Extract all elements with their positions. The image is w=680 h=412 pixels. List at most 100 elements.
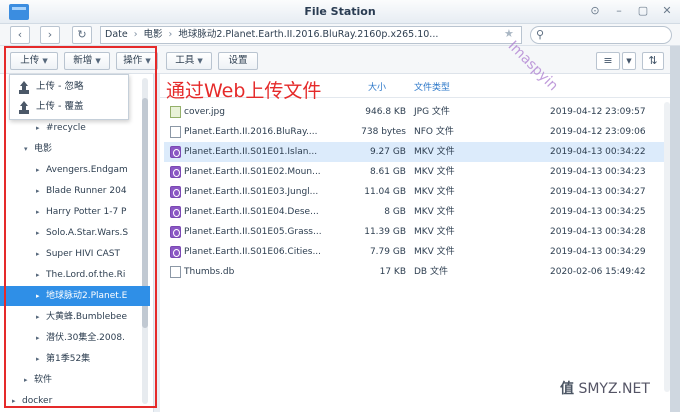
search-icon: ⚲	[536, 28, 545, 41]
close-icon[interactable]: ✕	[660, 4, 674, 17]
search-input[interactable]: ⚲	[530, 26, 672, 44]
upload-menu: 上传 - 忽略 上传 - 覆盖	[9, 74, 129, 120]
file-size: 17 KB	[379, 267, 406, 277]
document-file-icon	[170, 126, 181, 138]
window-title: File Station	[304, 5, 376, 18]
tree-item[interactable]: ▸ The.Lord.of.the.Ri	[0, 265, 150, 285]
chevron-right-icon[interactable]: ▸	[36, 328, 46, 348]
file-name: cover.jpg	[184, 107, 225, 117]
file-row[interactable]: Planet.Earth.II.S01E03.Jungl... 11.04 GB M…	[164, 182, 664, 202]
chevron-right-icon[interactable]: ▸	[36, 265, 46, 285]
forward-button[interactable]: ›	[40, 26, 60, 44]
image-file-icon	[170, 106, 181, 118]
create-button[interactable]: 新增 ▼	[64, 52, 110, 70]
breadcrumb-item[interactable]: 电影	[144, 29, 163, 40]
window-edge	[670, 46, 680, 412]
file-size: 946.8 KB	[365, 107, 406, 117]
tools-button-label: 工具	[175, 55, 195, 66]
document-file-icon	[170, 266, 181, 278]
file-type: MKV 文件	[414, 147, 455, 157]
file-row[interactable]: Planet.Earth.II.S01E06.Cities... 7.79 GB M…	[164, 242, 664, 262]
upload-button[interactable]: 上传 ▼	[10, 52, 58, 70]
upload-icon	[19, 81, 29, 93]
column-size[interactable]: 大小	[368, 78, 386, 98]
file-date: 2019-04-13 00:34:28	[550, 227, 646, 237]
video-file-icon	[170, 186, 181, 198]
minimize-icon[interactable]: –	[612, 4, 626, 17]
file-type: MKV 文件	[414, 187, 455, 197]
file-type: MKV 文件	[414, 247, 455, 257]
refresh-button[interactable]: ↻	[72, 26, 92, 44]
upload-overwrite-menu-item[interactable]: 上传 - 覆盖	[10, 97, 128, 117]
chevron-right-icon[interactable]: ▸	[36, 181, 46, 201]
file-name: Planet.Earth.II.S01E06.Cities...	[184, 247, 322, 257]
chevron-down-icon[interactable]: ▾	[24, 139, 34, 159]
breadcrumb-item[interactable]: Date	[105, 29, 128, 40]
pin-icon[interactable]: ⊙	[588, 4, 602, 17]
breadcrumb[interactable]: Date › 电影 › 地球脉动2.Planet.Earth.II.2016.BluRa…	[100, 26, 522, 44]
back-button[interactable]: ‹	[10, 26, 30, 44]
chevron-right-icon[interactable]: ▸	[12, 391, 22, 411]
tree-item[interactable]: ▸ 大黄蜂.Bumblebee	[0, 307, 150, 327]
file-name: Planet.Earth.II.S01E05.Grass...	[184, 227, 322, 237]
chevron-right-icon[interactable]: ▸	[36, 223, 46, 243]
tree-item[interactable]: ▸ 地球脉动2.Planet.E	[0, 286, 150, 306]
tree-item[interactable]: ▸ docker	[0, 391, 150, 411]
column-type[interactable]: 文件类型	[414, 78, 450, 98]
file-row[interactable]: Planet.Earth.II.S01E02.Moun... 8.61 GB MKV…	[164, 162, 664, 182]
chevron-right-icon[interactable]: ▸	[36, 286, 46, 306]
logo-mark: 值	[560, 381, 574, 397]
file-size: 11.04 GB	[364, 187, 406, 197]
chevron-right-icon[interactable]: ▸	[36, 160, 46, 180]
chevron-right-icon[interactable]: ▸	[36, 202, 46, 222]
tree-item[interactable]: ▸ 第1季52集	[0, 349, 150, 369]
file-row[interactable]: cover.jpg 946.8 KB JPG 文件 2019-04-12 23:09:…	[164, 102, 664, 122]
chevron-right-icon[interactable]: ▸	[36, 244, 46, 264]
site-logo: 值 SMYZ.NET	[560, 378, 650, 398]
favorite-star-icon[interactable]: ★	[504, 27, 514, 40]
tree-item[interactable]: ▸ 软件	[0, 370, 150, 390]
chevron-right-icon[interactable]: ▸	[24, 370, 34, 390]
breadcrumb-item[interactable]: 地球脉动2.Planet.Earth.II.2016.BluRay.2160p.…	[178, 29, 438, 40]
file-date: 2019-04-13 00:34:27	[550, 187, 646, 197]
maximize-icon[interactable]: ▢	[636, 4, 650, 17]
video-file-icon	[170, 166, 181, 178]
upload-button-label: 上传	[20, 55, 40, 66]
chevron-right-icon[interactable]: ▸	[36, 307, 46, 327]
list-view-icon[interactable]: ≡	[596, 52, 620, 70]
tree-item-label: 电影	[34, 144, 53, 154]
tree-item[interactable]: ▸ Solo.A.Star.Wars.S	[0, 223, 150, 243]
file-date: 2019-04-13 00:34:23	[550, 167, 646, 177]
chevron-right-icon[interactable]: ▸	[36, 118, 46, 138]
chevron-down-icon: ▼	[145, 57, 151, 65]
tree-item[interactable]: ▸ 潜伏.30集全.2008.	[0, 328, 150, 348]
tree-item[interactable]: ▸ Blade Runner 204	[0, 181, 150, 201]
tree-item-label: Avengers.Endgam	[46, 165, 128, 175]
action-button[interactable]: 操作 ▼	[116, 52, 158, 70]
tree-item[interactable]: ▸ #recycle	[0, 118, 150, 138]
file-name: Thumbs.db	[184, 267, 235, 277]
file-row[interactable]: Planet.Earth.II.2016.BluRay.... 738 bytes…	[164, 122, 664, 142]
settings-button[interactable]: 设置	[218, 52, 258, 70]
file-type: MKV 文件	[414, 167, 455, 177]
annotation-text: 通过Web上传文件	[166, 80, 322, 102]
tree-item[interactable]: ▸ Harry Potter 1-7 P	[0, 202, 150, 222]
view-dropdown-icon[interactable]: ▼	[622, 52, 636, 70]
tree-item-label: Solo.A.Star.Wars.S	[46, 228, 129, 238]
upload-skip-menu-item[interactable]: 上传 - 忽略	[10, 77, 128, 97]
tree-item-label: docker	[22, 396, 53, 406]
folder-tree: ▸ #recycle ▾ 电影 ▸ Avengers.Endgam ▸ Blade Runne…	[0, 74, 154, 412]
file-row[interactable]: Thumbs.db 17 KB DB 文件 2020-02-06 15:49:42	[164, 262, 664, 282]
chevron-right-icon[interactable]: ▸	[36, 349, 46, 369]
file-row[interactable]: Planet.Earth.II.S01E01.Islan... 9.27 GB MK…	[164, 142, 664, 162]
file-row[interactable]: Planet.Earth.II.S01E05.Grass... 11.39 GB M…	[164, 222, 664, 242]
tree-item[interactable]: ▸ Avengers.Endgam	[0, 160, 150, 180]
file-row[interactable]: Planet.Earth.II.S01E04.Dese... 8 GB MKV 文件…	[164, 202, 664, 222]
tree-item-label: The.Lord.of.the.Ri	[46, 270, 126, 280]
tree-item[interactable]: ▸ Super HIVI CAST	[0, 244, 150, 264]
file-name: Planet.Earth.II.2016.BluRay....	[184, 127, 318, 137]
menu-item-label: 上传 - 覆盖	[36, 101, 84, 112]
tree-item[interactable]: ▾ 电影	[0, 139, 150, 159]
tools-button[interactable]: 工具 ▼	[166, 52, 212, 70]
sort-icon[interactable]: ⇅	[642, 52, 664, 70]
